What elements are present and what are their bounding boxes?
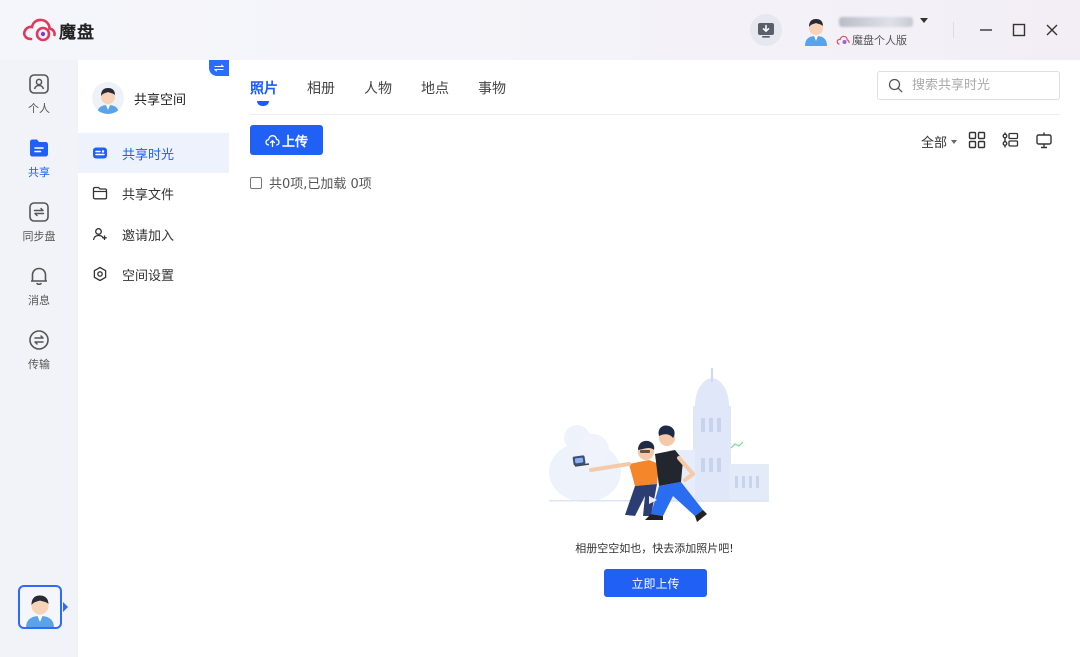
tab-albums[interactable]: 相册: [307, 78, 335, 98]
rail-item-transfer[interactable]: 传输: [0, 328, 78, 380]
person-icon: [29, 74, 49, 94]
space-menu-label: 共享文件: [122, 187, 175, 203]
space-menu-label: 共享时光: [122, 147, 175, 163]
folder-icon: [92, 186, 108, 200]
empty-state-illustration: [549, 368, 769, 522]
plan-label: 魔盘个人版: [852, 34, 907, 47]
space-menu-item-timeline[interactable]: 共享时光: [78, 133, 229, 173]
timeline-icon: [93, 147, 107, 159]
rail-item-sync[interactable]: 同步盘: [0, 200, 78, 252]
filter-dropdown[interactable]: 全部: [921, 132, 958, 151]
user-menu[interactable]: 魔盘个人版: [803, 14, 943, 48]
minimize-button[interactable]: [974, 18, 998, 42]
space-sidebar: 共享空间 共享时光 共享文件 邀请加入 空间设置: [78, 60, 229, 657]
tab-things[interactable]: 事物: [478, 78, 506, 98]
nav-rail: 个人 共享 同步盘 消息 传输: [0, 60, 78, 657]
username-redacted: [839, 17, 913, 27]
grid-view-icon: [968, 131, 986, 149]
tab-photos[interactable]: 照片: [250, 78, 278, 106]
item-count: 共0项,已加载 0项: [269, 177, 372, 192]
search-icon: [888, 78, 903, 93]
switch-space-button[interactable]: [209, 60, 229, 76]
timeline-view-icon: [1002, 132, 1019, 148]
timeline-view-button[interactable]: [1001, 131, 1019, 149]
share-icon: [30, 139, 48, 157]
cloud-plan-icon: [836, 35, 850, 45]
invite-icon: [92, 228, 107, 241]
minimize-icon: [980, 29, 992, 31]
rail-item-label: 共享: [28, 166, 50, 179]
cloud-logo-icon: [22, 18, 56, 42]
select-all-checkbox[interactable]: [250, 176, 262, 189]
caret-right-icon: [63, 602, 68, 612]
rail-item-label: 同步盘: [22, 230, 56, 243]
download-icon: [758, 23, 774, 38]
cloud-upload-icon: [265, 134, 280, 147]
chevron-down-icon: [951, 139, 958, 144]
close-icon: [1046, 24, 1058, 36]
close-button[interactable]: [1040, 18, 1064, 42]
space-avatar-icon: [97, 88, 119, 114]
grid-view-button[interactable]: [968, 131, 986, 149]
rail-item-label: 消息: [28, 294, 50, 307]
space-name: 共享空间: [134, 92, 187, 108]
maximize-button[interactable]: [1007, 18, 1031, 42]
search-box[interactable]: [877, 71, 1060, 100]
space-menu-item-files[interactable]: 共享文件: [78, 173, 229, 213]
empty-state-message: 相册空空如也，快去添加照片吧!: [575, 542, 734, 555]
maximize-icon: [1012, 23, 1026, 37]
filter-label: 全部: [921, 136, 948, 151]
upload-button[interactable]: 上传: [250, 125, 323, 155]
tab-bar: 照片 相册 人物 地点 事物: [250, 78, 535, 106]
bell-icon: [31, 267, 47, 285]
space-header: 共享空间: [92, 82, 186, 114]
space-menu-label: 空间设置: [122, 268, 175, 284]
chevron-down-icon[interactable]: [920, 18, 928, 23]
title-divider: [953, 22, 954, 38]
slideshow-button[interactable]: [1035, 131, 1053, 149]
avatar: [26, 595, 54, 627]
switch-icon: [214, 64, 224, 72]
upload-now-button[interactable]: 立即上传: [604, 569, 707, 597]
plan-badge: 魔盘个人版: [836, 32, 907, 48]
tab-people[interactable]: 人物: [364, 78, 392, 98]
rail-item-label: 个人: [28, 102, 50, 115]
upload-label: 上传: [281, 134, 308, 150]
rail-item-personal[interactable]: 个人: [0, 72, 78, 124]
rail-item-label: 传输: [28, 358, 50, 371]
slideshow-icon: [1036, 132, 1052, 149]
settings-icon: [93, 266, 107, 282]
avatar: [805, 19, 827, 46]
space-menu-item-invite[interactable]: 邀请加入: [78, 214, 229, 254]
rail-item-messages[interactable]: 消息: [0, 264, 78, 316]
space-menu-item-settings[interactable]: 空间设置: [78, 254, 229, 294]
main-content: 照片 相册 人物 地点 事物 上传 全部: [229, 60, 1080, 657]
app-name: 魔盘: [59, 22, 95, 43]
rail-item-share[interactable]: 共享: [0, 136, 78, 188]
tab-places[interactable]: 地点: [421, 78, 449, 98]
avatar: [92, 82, 124, 114]
app-logo: 魔盘: [22, 17, 95, 43]
sync-icon: [29, 202, 49, 222]
transfer-icon: [29, 330, 49, 350]
profile-avatar-button[interactable]: [18, 585, 62, 629]
select-all-row: 共0项,已加载 0项: [250, 173, 372, 192]
search-input[interactable]: [912, 78, 1052, 93]
space-menu-label: 邀请加入: [122, 228, 175, 244]
tab-divider: [250, 114, 1060, 115]
download-button[interactable]: [750, 14, 782, 46]
title-bar: 魔盘 魔盘个人版: [0, 0, 1080, 60]
